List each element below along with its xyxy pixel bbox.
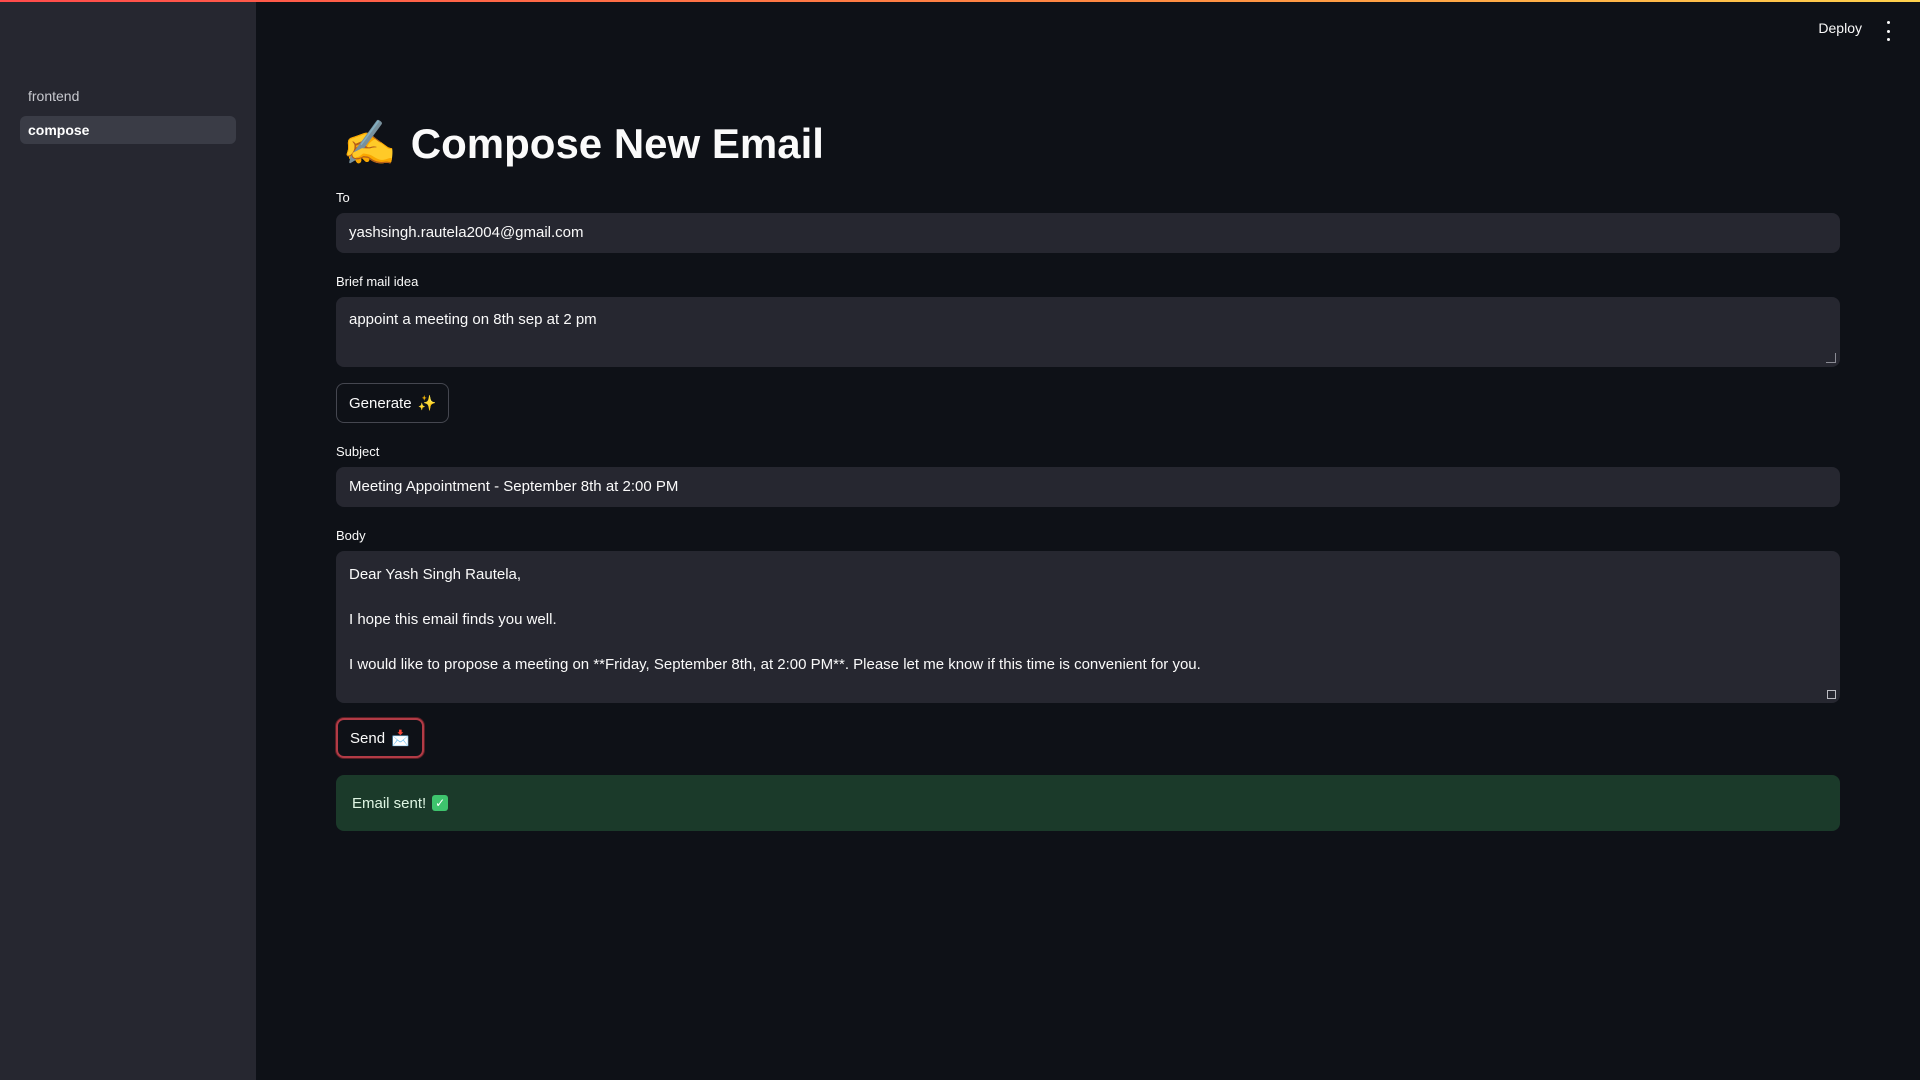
resize-handle-icon[interactable] <box>1826 353 1836 363</box>
body-textarea[interactable]: Dear Yash Singh Rautela, I hope this ema… <box>336 551 1840 703</box>
page-title: ✍️ Compose New Email <box>342 116 824 172</box>
sidebar-nav: frontend compose <box>20 82 236 150</box>
deploy-button[interactable]: Deploy <box>1818 20 1862 36</box>
sparkles-icon: ✨ <box>417 395 437 412</box>
send-button[interactable]: Send 📩 <box>336 718 424 758</box>
resize-handle-icon[interactable] <box>1827 690 1836 699</box>
body-label: Body <box>336 528 366 543</box>
success-message: Email sent! <box>352 794 427 812</box>
sidebar: frontend compose <box>0 2 256 1080</box>
kebab-menu-icon[interactable] <box>1882 21 1894 41</box>
idea-label: Brief mail idea <box>336 274 419 289</box>
subject-label: Subject <box>336 444 380 459</box>
sidebar-item-compose[interactable]: compose <box>20 116 236 144</box>
send-label: Send <box>350 729 386 747</box>
generate-label: Generate <box>349 394 412 412</box>
idea-textarea[interactable]: appoint a meeting on 8th sep at 2 pm <box>336 297 1840 367</box>
to-input[interactable]: yashsingh.rautela2004@gmail.com <box>336 213 1840 253</box>
success-alert: Email sent! ✓ <box>336 775 1840 831</box>
envelope-icon: 📩 <box>391 730 410 747</box>
page-title-text: Compose New Email <box>410 120 824 167</box>
check-mark-icon: ✓ <box>432 795 449 811</box>
app-header: Deploy <box>256 2 1920 56</box>
sidebar-item-frontend[interactable]: frontend <box>20 82 236 110</box>
writing-hand-icon: ✍️ <box>342 119 397 168</box>
body-text: Dear Yash Singh Rautela, I hope this ema… <box>349 566 1201 673</box>
subject-input[interactable]: Meeting Appointment - September 8th at 2… <box>336 467 1840 507</box>
generate-button[interactable]: Generate ✨ <box>336 383 450 423</box>
to-label: To <box>336 190 350 205</box>
idea-text: appoint a meeting on 8th sep at 2 pm <box>349 311 597 328</box>
